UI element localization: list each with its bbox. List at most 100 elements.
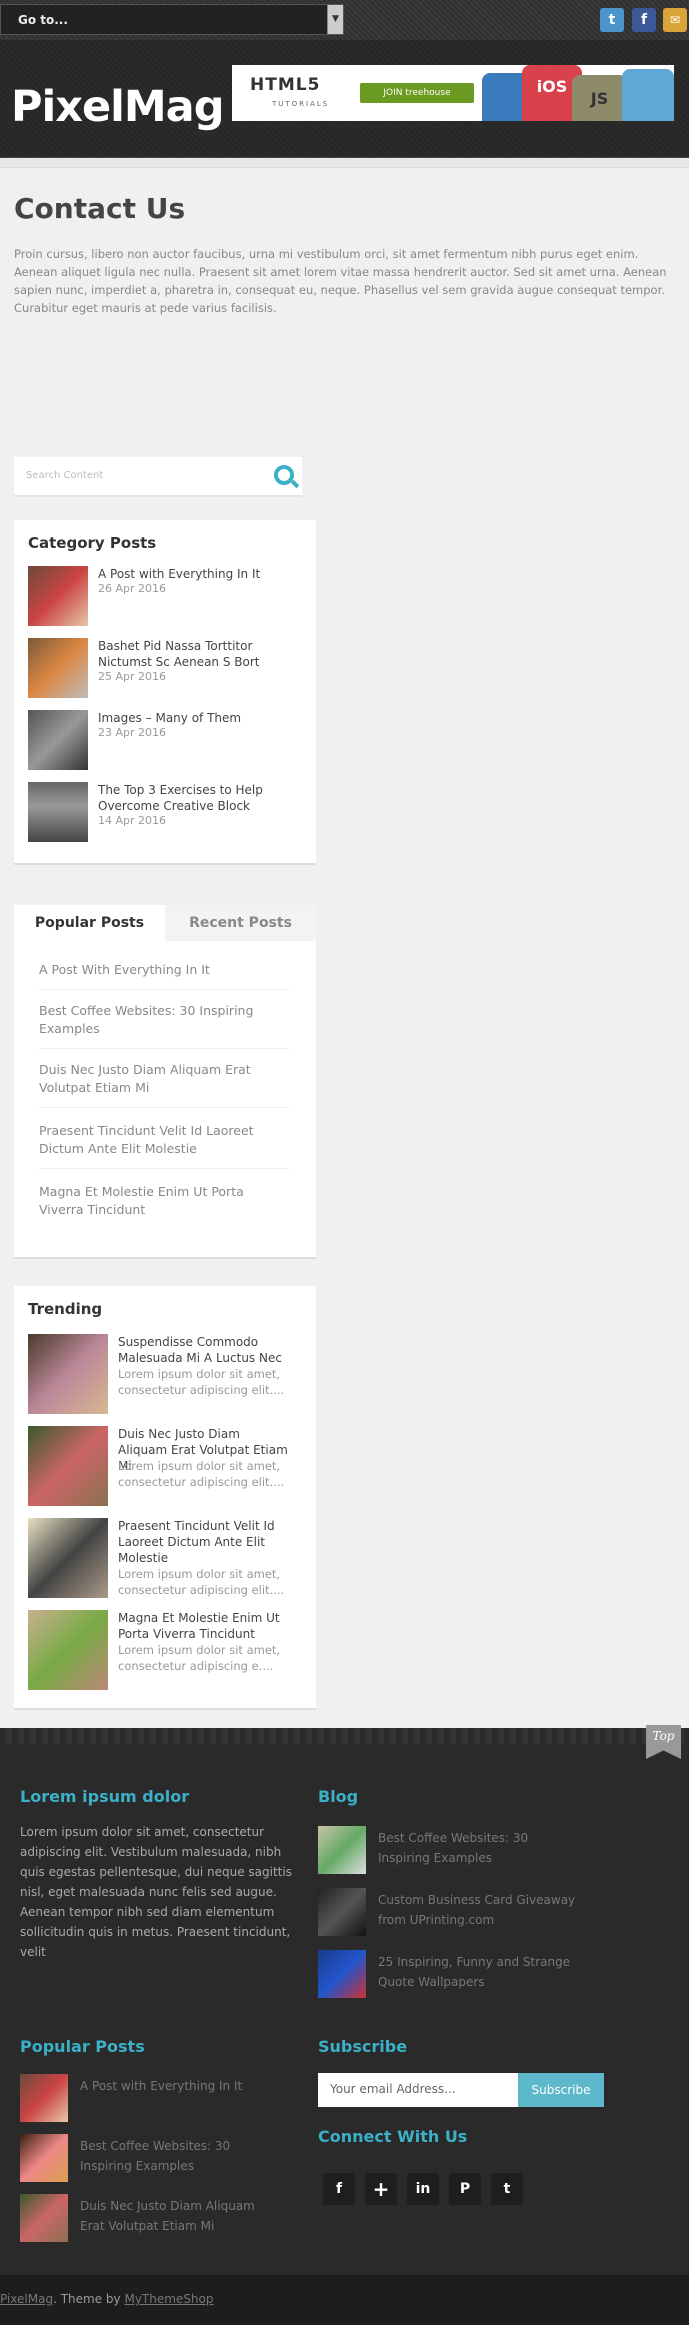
post-excerpt: Lorem ipsum dolor sit amet, consectetur … (118, 1459, 285, 1489)
list-item[interactable]: Suspendisse Commodo Malesuada Mi A Luctu… (28, 1334, 298, 1414)
google-plus-icon[interactable]: + (365, 2173, 397, 2205)
post-thumbnail[interactable] (20, 2194, 68, 2242)
banner-title: HTML5 (250, 75, 321, 95)
footer-connect-title: Connect With Us (318, 2127, 468, 2146)
list-item[interactable]: Custom Business Card Giveaway from UPrin… (318, 1888, 588, 1940)
post-date: 14 Apr 2016 (98, 814, 167, 827)
post-title[interactable]: Images – Many of Them (98, 710, 241, 726)
list-item[interactable]: Best Coffee Websites: 30 Inspiring Examp… (20, 2134, 290, 2186)
list-item[interactable]: A Post with Everything In It (20, 2074, 290, 2126)
footer-blog-title: Blog (318, 1787, 359, 1806)
post-title[interactable]: Magna Et Molestie Enim Ut Porta Viverra … (118, 1610, 288, 1642)
facebook-icon[interactable]: f (632, 8, 656, 32)
post-thumbnail[interactable] (28, 566, 88, 626)
list-item[interactable]: Duis Nec Justo Diam Aliquam Erat Volutpa… (20, 2194, 290, 2246)
bottom-bar: PixelMag. Theme by MyThemeShop (0, 2275, 689, 2325)
footer-subscribe-title: Subscribe (318, 2037, 408, 2056)
post-title[interactable]: Best Coffee Websites: 30 Inspiring Examp… (80, 2136, 280, 2176)
list-item[interactable]: 25 Inspiring, Funny and Strange Quote Wa… (318, 1950, 588, 2002)
search-box[interactable]: Search Content (14, 457, 302, 497)
list-item[interactable]: Bashet Pid Nassa Torttitor Nictumst Sc A… (28, 638, 316, 710)
post-thumbnail[interactable] (318, 1826, 366, 1874)
posts-tabs: Popular Posts Recent Posts (14, 905, 316, 941)
main-content: Contact Us Proin cursus, libero non auct… (14, 192, 678, 317)
post-excerpt: Lorem ipsum dolor sit amet, consectetur … (118, 1367, 285, 1397)
post-title[interactable]: Best Coffee Websites: 30 Inspiring Examp… (378, 1828, 578, 1868)
post-title[interactable]: Suspendisse Commodo Malesuada Mi A Luctu… (118, 1334, 288, 1366)
post-title[interactable]: A Post with Everything In It (98, 566, 260, 582)
chevron-down-icon[interactable]: ▼ (327, 5, 343, 34)
search-icon[interactable] (274, 465, 294, 485)
trending-widget: Trending Suspendisse Commodo Malesuada M… (14, 1286, 316, 1710)
list-item[interactable]: A Post with Everything In It 26 Apr 2016 (28, 566, 316, 638)
widget-title: Category Posts (28, 534, 157, 552)
footer-popular-title: Popular Posts (20, 2037, 145, 2056)
list-item[interactable]: Duis Nec Justo Diam Aliquam Erat Volutpa… (39, 1061, 289, 1108)
list-item[interactable]: Duis Nec Justo Diam Aliquam Erat Volutpa… (28, 1426, 298, 1506)
author-link[interactable]: MyThemeShop (124, 2292, 213, 2306)
post-thumbnail[interactable] (28, 1334, 108, 1414)
tab-recent-posts[interactable]: Recent Posts (165, 905, 316, 941)
post-thumbnail[interactable] (20, 2134, 68, 2182)
header-divider (0, 158, 689, 168)
post-title[interactable]: Duis Nec Justo Diam Aliquam Erat Volutpa… (80, 2196, 280, 2236)
post-title[interactable]: The Top 3 Exercises to Help Overcome Cre… (98, 782, 278, 814)
popular-posts-list: A Post With Everything In It Best Coffee… (14, 941, 316, 1259)
goto-label: Go to... (18, 13, 68, 27)
footer-about-title: Lorem ipsum dolor (20, 1787, 190, 1806)
treehouse-banner[interactable]: HTML5 TUTORIALS JOIN treehouse iOS JS (232, 65, 674, 121)
post-thumbnail[interactable] (28, 710, 88, 770)
list-item[interactable]: Praesent Tincidunt Velit Id Laoreet Dict… (39, 1122, 289, 1169)
post-thumbnail[interactable] (28, 1610, 108, 1690)
post-title[interactable]: A Post with Everything In It (80, 2076, 280, 2096)
post-title[interactable]: Praesent Tincidunt Velit Id Laoreet Dict… (118, 1518, 288, 1566)
post-date: 23 Apr 2016 (98, 726, 167, 739)
post-thumbnail[interactable] (28, 1426, 108, 1506)
top-bar: Go to... ▼ t f ✉ (0, 0, 689, 40)
subscribe-button[interactable]: Subscribe (518, 2073, 604, 2107)
goto-select[interactable]: Go to... ▼ (0, 4, 344, 35)
email-field[interactable]: Your email Address... (318, 2073, 518, 2107)
tab-popular-posts[interactable]: Popular Posts (14, 905, 165, 941)
banner-tile (622, 69, 674, 121)
linkedin-icon[interactable]: in (407, 2173, 439, 2205)
page-title: Contact Us (14, 192, 186, 225)
post-thumbnail[interactable] (28, 782, 88, 842)
footer-about-text: Lorem ipsum dolor sit amet, consectetur … (20, 1825, 292, 1959)
post-title[interactable]: Bashet Pid Nassa Torttitor Nictumst Sc A… (98, 638, 303, 670)
widget-title: Trending (28, 1300, 103, 1318)
list-item[interactable]: Best Coffee Websites: 30 Inspiring Examp… (39, 1002, 289, 1049)
post-thumbnail[interactable] (28, 638, 88, 698)
post-thumbnail[interactable] (28, 1518, 108, 1598)
email-icon[interactable]: ✉ (663, 8, 687, 32)
site-link[interactable]: PixelMag (0, 2292, 53, 2306)
post-thumbnail[interactable] (20, 2074, 68, 2122)
list-item[interactable]: Magna Et Molestie Enim Ut Porta Viverra … (39, 1183, 289, 1229)
facebook-icon[interactable]: f (323, 2173, 355, 2205)
post-thumbnail[interactable] (318, 1888, 366, 1936)
list-item[interactable]: A Post With Everything In It (39, 961, 289, 990)
post-excerpt: Lorem ipsum dolor sit amet, consectetur … (118, 1567, 285, 1597)
banner-tile-js: JS (572, 75, 627, 121)
pinterest-icon[interactable]: P (449, 2173, 481, 2205)
search-input[interactable]: Search Content (26, 470, 103, 481)
post-title[interactable]: 25 Inspiring, Funny and Strange Quote Wa… (378, 1952, 578, 1992)
list-item[interactable]: The Top 3 Exercises to Help Overcome Cre… (28, 782, 316, 854)
post-excerpt: Lorem ipsum dolor sit amet, consectetur … (118, 1643, 281, 1673)
footer-edge (0, 1728, 689, 1744)
twitter-icon[interactable]: t (600, 8, 624, 32)
post-thumbnail[interactable] (318, 1950, 366, 1998)
post-title[interactable]: Custom Business Card Giveaway from UPrin… (378, 1890, 578, 1930)
twitter-icon[interactable]: t (491, 2173, 523, 2205)
list-item[interactable]: Praesent Tincidunt Velit Id Laoreet Dict… (28, 1518, 298, 1598)
site-logo[interactable]: PixelMag (11, 82, 224, 132)
post-date: 26 Apr 2016 (98, 582, 167, 595)
category-posts-widget: Category Posts A Post with Everything In… (14, 520, 316, 865)
list-item[interactable]: Best Coffee Websites: 30 Inspiring Examp… (318, 1826, 588, 1878)
list-item[interactable]: Images – Many of Them 23 Apr 2016 (28, 710, 316, 782)
banner-subtitle: TUTORIALS (272, 100, 330, 108)
theme-by-text: . Theme by (53, 2292, 125, 2306)
list-item[interactable]: Magna Et Molestie Enim Ut Porta Viverra … (28, 1610, 298, 1690)
banner-join-button[interactable]: JOIN treehouse (360, 83, 474, 103)
header: PixelMag HTML5 TUTORIALS JOIN treehouse … (0, 40, 689, 158)
